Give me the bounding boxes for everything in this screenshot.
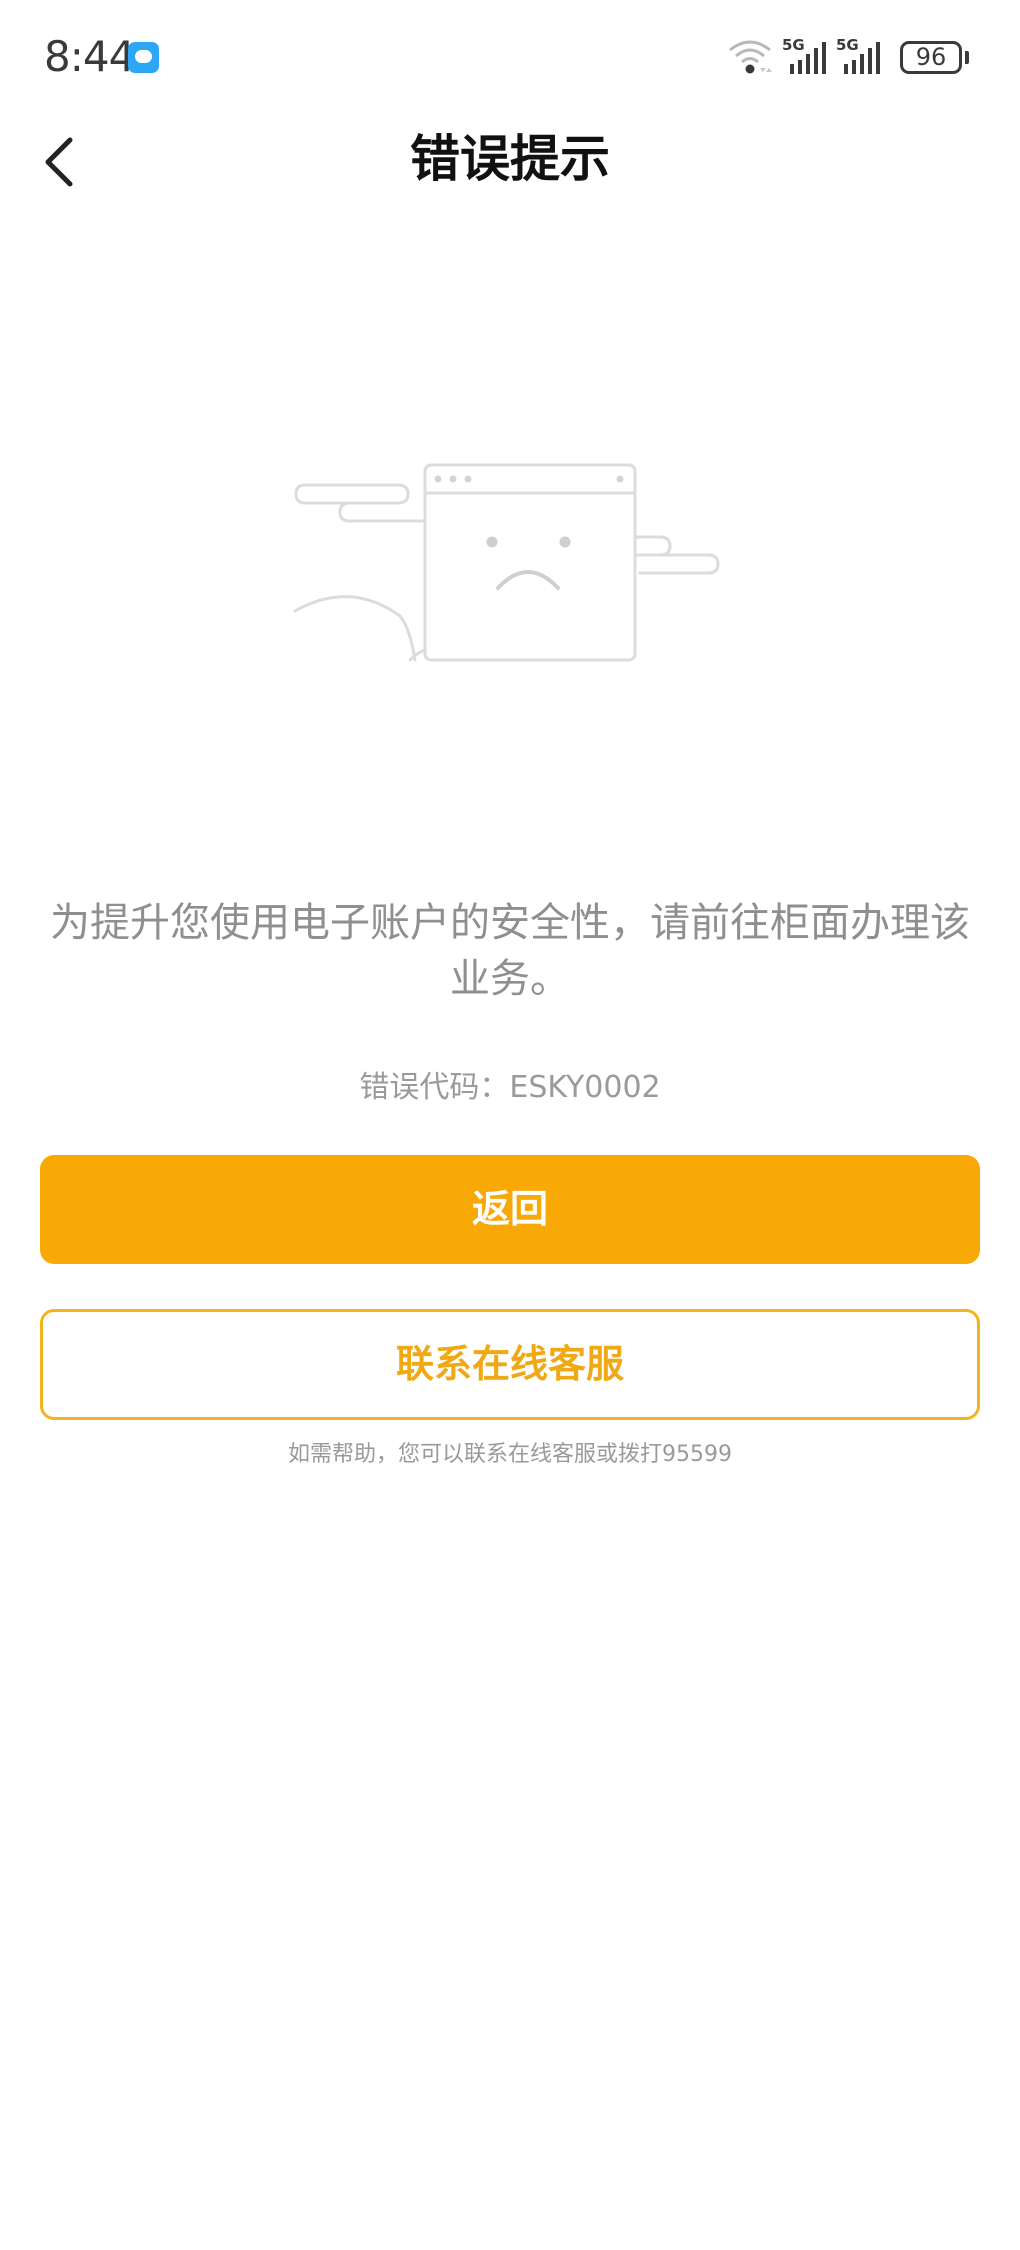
message-app-icon [128, 42, 159, 73]
signal-icon: 5G [836, 36, 886, 76]
error-code: 错误代码：ESKY0002 [359, 1070, 661, 1105]
contact-support-button[interactable]: 联系在线客服 [40, 1309, 980, 1420]
error-screen: 8:44 5G 5G 96 错误提示 为提升您使用电子账户的安全性，请前往柜面办… [0, 0, 1020, 2250]
status-bar: 8:44 5G 5G 96 [0, 0, 1020, 118]
battery-icon: 96 [900, 41, 962, 74]
signal-icon: 5G [782, 36, 832, 76]
back-primary-button[interactable]: 返回 [40, 1155, 980, 1264]
error-message: 为提升您使用电子账户的安全性，请前往柜面办理该业务。 [50, 900, 970, 1002]
nav-bar: 错误提示 [0, 118, 1020, 206]
help-text: 如需帮助，您可以联系在线客服或拨打95599 [288, 1442, 732, 1467]
sad-browser-window-illustration [293, 463, 720, 662]
status-time: 8:44 [44, 32, 135, 81]
battery-level: 96 [915, 43, 947, 71]
battery-tip [965, 51, 969, 64]
wifi-icon [729, 40, 772, 74]
page-title: 错误提示 [410, 130, 610, 188]
